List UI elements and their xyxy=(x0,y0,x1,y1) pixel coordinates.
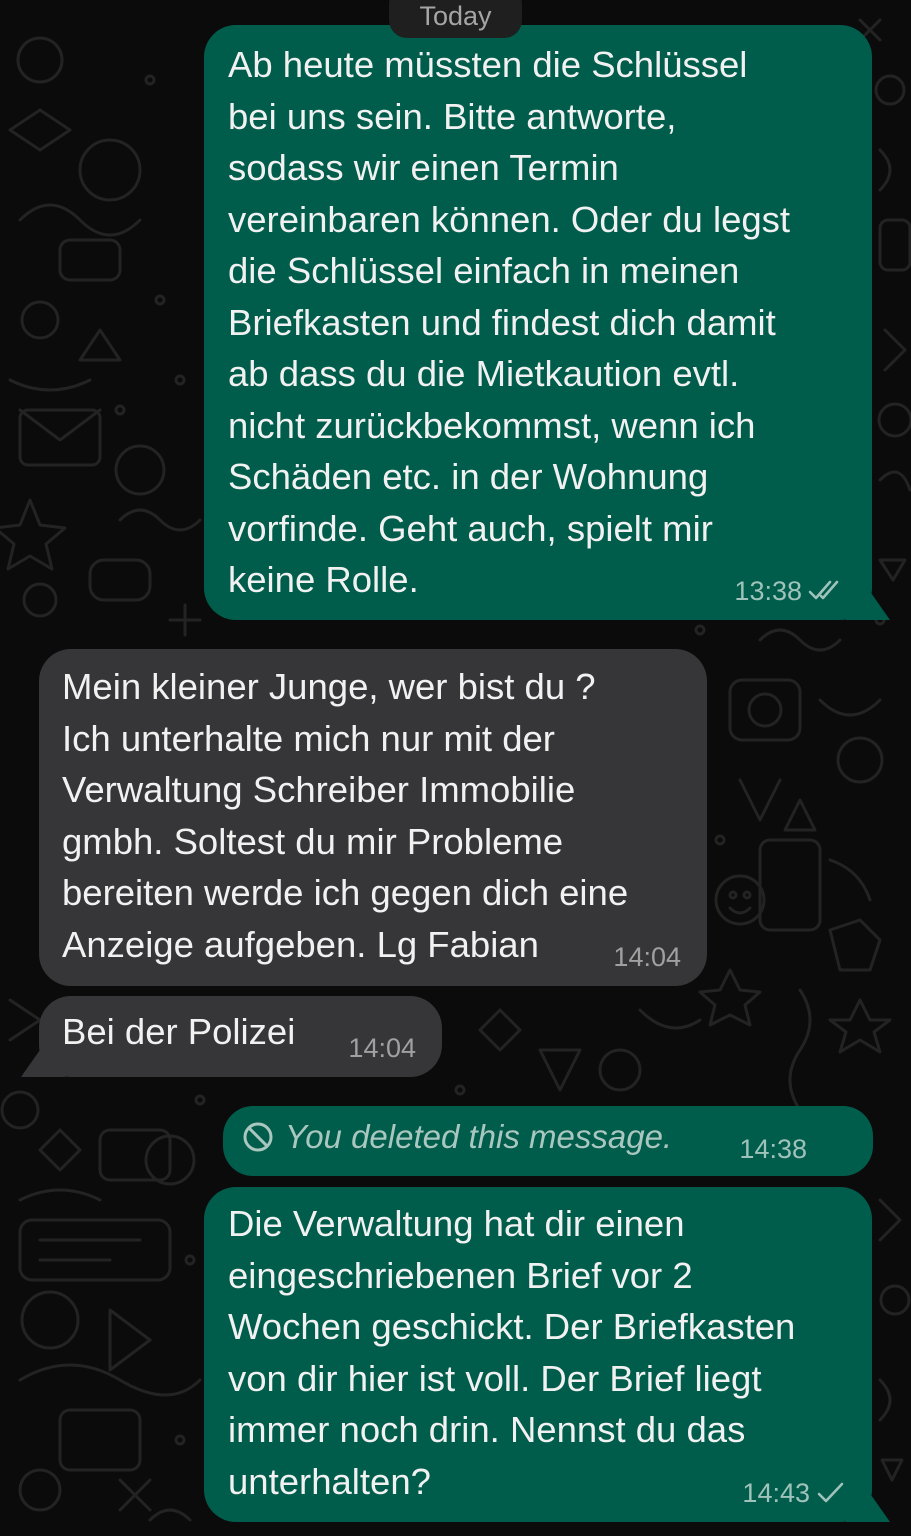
sent-single-check-icon xyxy=(816,1481,846,1505)
message-meta: 13:38 xyxy=(734,576,846,606)
message-meta: 14:04 xyxy=(613,942,681,972)
outgoing-message-bubble[interactable]: Ab heute müssten die Schlüssel bei uns s… xyxy=(204,25,890,620)
message-time: 13:38 xyxy=(734,576,802,606)
incoming-message-bubble[interactable]: Bei der Polizei 14:04 xyxy=(39,996,442,1077)
message-meta: 14:43 xyxy=(742,1478,846,1508)
date-separator: Today xyxy=(389,0,522,38)
message-meta: 14:04 xyxy=(348,1033,416,1063)
deleted-message-text: You deleted this message. xyxy=(285,1118,673,1155)
message-time: 14:38 xyxy=(739,1134,807,1164)
message-text: Ab heute müssten die Schlüssel bei uns s… xyxy=(228,44,791,600)
message-text: Mein kleiner Junge, wer bist du ? Ich un… xyxy=(62,666,629,965)
read-double-check-icon xyxy=(808,579,846,603)
message-text: Die Verwaltung hat dir einen eingeschrie… xyxy=(228,1203,796,1502)
incoming-message-bubble[interactable]: Mein kleiner Junge, wer bist du ? Ich un… xyxy=(39,649,707,986)
deleted-ban-icon xyxy=(241,1120,275,1154)
outgoing-message-bubble[interactable]: Die Verwaltung hat dir einen eingeschrie… xyxy=(204,1187,890,1522)
message-meta: 14:38 xyxy=(739,1134,807,1164)
deleted-message-bubble[interactable]: You deleted this message. 14:38 xyxy=(223,1106,873,1176)
message-time: 14:04 xyxy=(348,1033,416,1063)
message-time: 14:04 xyxy=(613,942,681,972)
message-time: 14:43 xyxy=(742,1478,810,1508)
